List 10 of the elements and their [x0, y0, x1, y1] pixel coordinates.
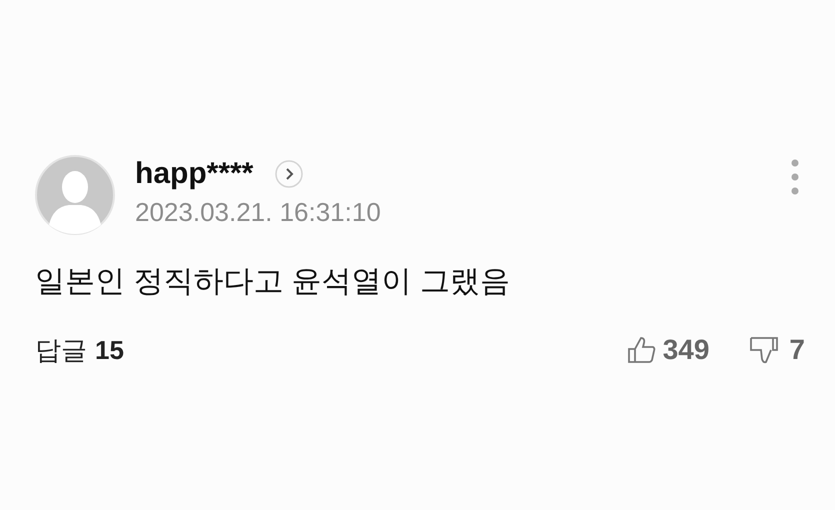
thumbs-down-icon: [749, 335, 780, 365]
comment-text: 일본인 정직하다고 윤석열이 그랬음: [35, 267, 512, 297]
replies-button[interactable]: 답글 15: [35, 337, 124, 363]
like-button[interactable]: 349: [626, 336, 710, 364]
avatar-icon: [35, 155, 115, 235]
dislike-button[interactable]: 7: [749, 335, 805, 365]
thumbs-up-icon: [626, 336, 657, 364]
chevron-right-icon[interactable]: [275, 160, 304, 188]
comment-date: 2023.03.21. 16:31:10: [135, 199, 381, 225]
username[interactable]: happ****: [135, 159, 254, 189]
